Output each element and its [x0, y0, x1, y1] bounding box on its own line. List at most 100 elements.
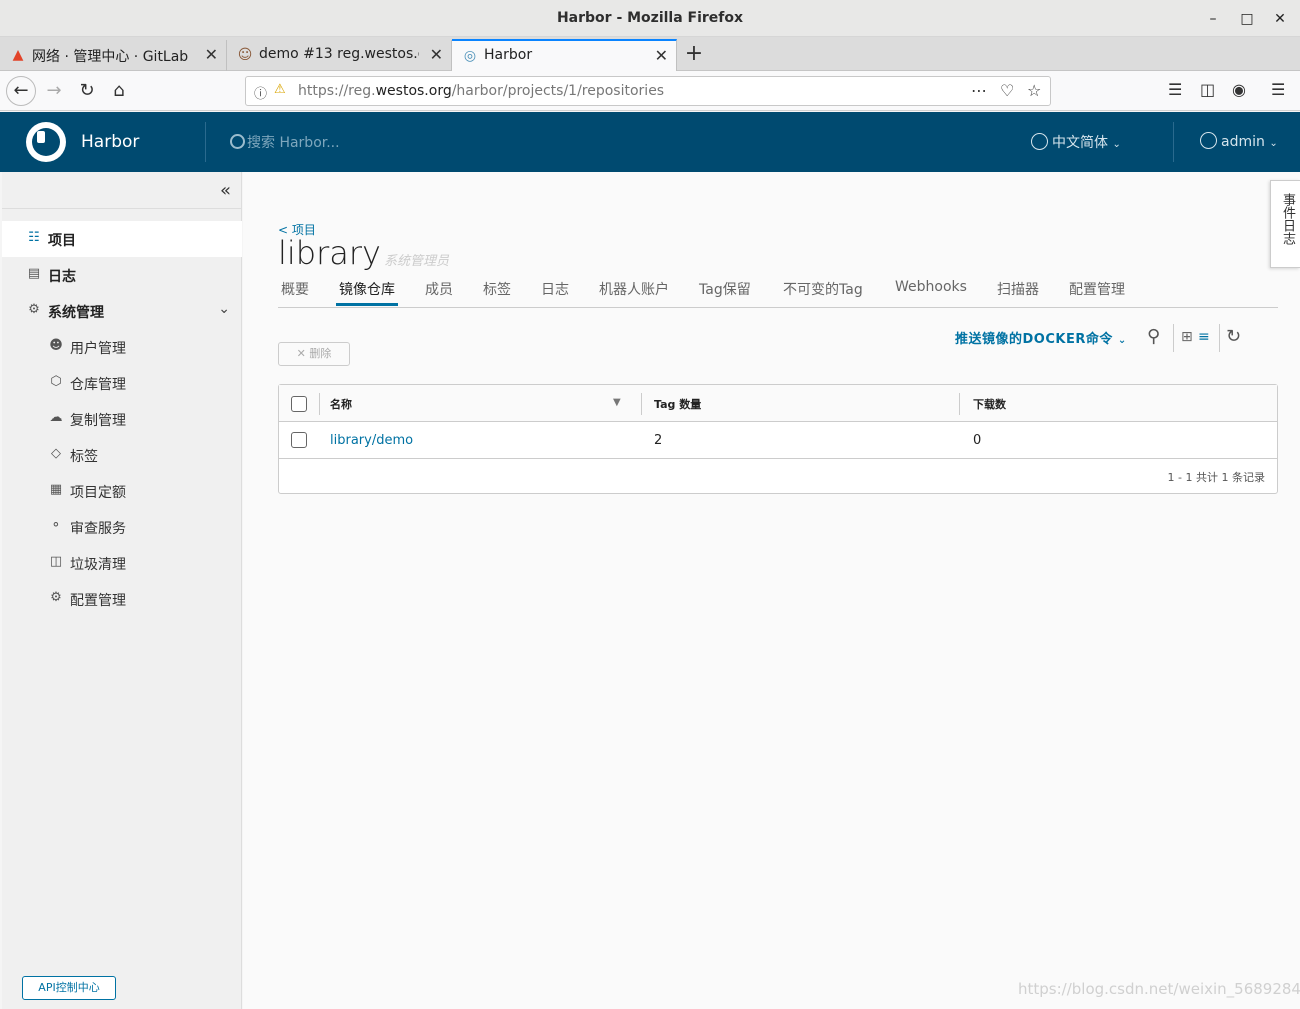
sidebar-item-configuration[interactable]: ⚙ 配置管理 [2, 581, 242, 617]
gear-icon: ⚙ [50, 590, 62, 605]
select-all-checkbox[interactable] [291, 396, 307, 412]
row-checkbox[interactable] [291, 432, 307, 448]
account-icon[interactable]: ◉ [1232, 80, 1246, 99]
url-text[interactable]: https://reg.westos.org/harbor/projects/1… [298, 83, 664, 99]
delete-button[interactable]: ✕ 删除 [278, 342, 350, 366]
api-explorer-button[interactable]: API控制中心 [22, 976, 116, 1000]
list-view-icon[interactable]: ≡ [1198, 329, 1210, 345]
sidebar-item-label: 项目 [48, 233, 76, 249]
reload-icon[interactable]: ↻ [73, 77, 101, 105]
close-window-icon[interactable]: ✕ [1269, 8, 1291, 30]
sidebar-item-users[interactable]: ☻ 用户管理 [2, 329, 242, 365]
logs-icon: ▤ [27, 266, 41, 281]
tab-harbor[interactable]: ◎ Harbor ✕ [452, 39, 677, 72]
close-tab-icon[interactable]: ✕ [655, 46, 668, 65]
filter-icon[interactable]: ▼ [613, 397, 621, 408]
user-name: admin [1221, 134, 1265, 150]
tab-tag-retention[interactable]: Tag保留 [699, 279, 751, 299]
column-header-tag-count[interactable]: Tag 数量 [654, 396, 701, 412]
push-command-dropdown[interactable]: 推送镜像的DOCKER命令 ⌄ [955, 328, 1127, 347]
tab-logs[interactable]: 日志 [541, 279, 569, 299]
firefox-window: Harbor - Mozilla Firefox – □ ✕ ▲ 网络 · 管理… [0, 0, 1300, 1009]
toolbar-divider [1219, 324, 1220, 352]
tab-immutable-tags[interactable]: 不可变的Tag [783, 279, 863, 299]
sidebar-item-label: 垃圾清理 [70, 557, 126, 573]
pocket-icon[interactable]: ♡ [1000, 81, 1014, 100]
chevron-down-icon: ⌄ [1112, 139, 1121, 150]
sidebar: « ☷ 项目 ▤ 日志 ⚙ 系统管理 ⌄ ☻ 用户管理 ⬡ 仓库管理 ☁ 复制管… [2, 172, 242, 1009]
url-bar[interactable]: ⓘ ⚠ https://reg.westos.org/harbor/projec… [245, 76, 1051, 106]
user-menu[interactable]: admin ⌄ [1200, 132, 1278, 150]
tab-gitlab[interactable]: ▲ 网络 · 管理中心 · GitLab ✕ [0, 40, 227, 71]
close-tab-icon[interactable]: ✕ [430, 45, 443, 64]
watermark: https://blog.csdn.net/weixin_56892849 [1018, 980, 1300, 998]
repositories-table: 名称 ▼ Tag 数量 下载数 library/demo 2 0 1 - 1 共… [278, 384, 1278, 494]
tab-scanners[interactable]: 扫描器 [997, 279, 1039, 299]
tag-icon: ◇ [51, 446, 61, 461]
insecure-lock-icon[interactable]: ⚠ [274, 82, 286, 97]
search-icon[interactable]: ⚲ [1147, 326, 1160, 347]
language-selector[interactable]: 中文简体 ⌄ [1031, 132, 1121, 152]
close-icon: ✕ [296, 347, 306, 360]
table-row[interactable]: library/demo 2 0 [279, 423, 1277, 459]
tab-label: 网络 · 管理中心 · GitLab [32, 49, 189, 65]
bookmark-star-icon[interactable]: ☆ [1027, 81, 1041, 100]
column-header-name[interactable]: 名称 [330, 396, 352, 412]
sidebar-item-projects[interactable]: ☷ 项目 [2, 221, 242, 257]
sidebar-item-label: 用户管理 [70, 341, 126, 357]
sidebar-item-quotas[interactable]: ▦ 项目定额 [2, 473, 242, 509]
sidebar-item-label: 复制管理 [70, 413, 126, 429]
card-view-icon[interactable]: ⊞ [1181, 329, 1193, 345]
tab-summary[interactable]: 概要 [281, 279, 309, 299]
navigation-bar: ← → ↻ ⌂ ⓘ ⚠ https://reg.westos.org/harbo… [0, 71, 1300, 111]
gitlab-fox-icon: ▲ [12, 47, 24, 63]
delete-label: 删除 [309, 347, 332, 360]
harbor-brand[interactable]: Harbor [81, 132, 139, 152]
library-icon[interactable]: ☰ [1168, 80, 1182, 99]
table-header: 名称 ▼ Tag 数量 下载数 [279, 385, 1277, 422]
maximize-icon[interactable]: □ [1236, 8, 1258, 30]
info-icon[interactable]: ⓘ [254, 83, 267, 102]
refresh-icon[interactable]: ↻ [1226, 326, 1241, 347]
harbor-logo-icon[interactable] [26, 122, 66, 162]
new-tab-icon[interactable]: + [682, 41, 706, 66]
collapse-sidebar-icon[interactable]: « [220, 180, 231, 201]
users-icon: ☻ [49, 338, 63, 353]
repository-link[interactable]: library/demo [330, 433, 413, 448]
home-icon[interactable]: ⌂ [105, 77, 133, 105]
event-log-tab[interactable]: 事件日志 [1270, 180, 1300, 268]
sidebar-item-registries[interactable]: ⬡ 仓库管理 [2, 365, 242, 401]
tab-members[interactable]: 成员 [425, 279, 453, 299]
page-actions-icon[interactable]: ⋯ [971, 81, 987, 100]
minimize-icon[interactable]: – [1202, 8, 1224, 30]
sidebar-item-logs[interactable]: ▤ 日志 [2, 257, 242, 293]
administration-icon: ⚙ [28, 302, 40, 317]
header-divider [1173, 122, 1174, 162]
tab-configuration[interactable]: 配置管理 [1069, 279, 1125, 299]
tab-repositories[interactable]: 镜像仓库 [336, 279, 398, 306]
forward-icon[interactable]: → [40, 77, 68, 105]
tab-jenkins-demo[interactable]: ☺ demo #13 reg.westos.org ✕ [227, 40, 452, 71]
main-content: < 项目 library 系统管理员 概要 镜像仓库 成员 标签 日志 机器人账… [243, 172, 1300, 1009]
sidebar-item-gc[interactable]: ◫ 垃圾清理 [2, 545, 242, 581]
event-log-label: 事件日志 [1280, 193, 1295, 245]
sidebar-item-administration[interactable]: ⚙ 系统管理 ⌄ [2, 293, 242, 329]
global-search-input[interactable]: 搜索 Harbor... [230, 132, 340, 152]
chevron-down-icon[interactable]: ⌄ [218, 301, 230, 317]
sidebar-item-interrogation[interactable]: ⚬ 审查服务 [2, 509, 242, 545]
tab-robot-accounts[interactable]: 机器人账户 [599, 279, 669, 299]
back-icon[interactable]: ← [6, 76, 36, 106]
sidebar-item-replications[interactable]: ☁ 复制管理 [2, 401, 242, 437]
url-domain: westos.org [375, 83, 452, 99]
sidebar-toggle-icon[interactable]: ◫ [1200, 80, 1215, 99]
close-tab-icon[interactable]: ✕ [205, 45, 218, 64]
tab-webhooks[interactable]: Webhooks [895, 279, 967, 295]
url-path: /harbor/projects/1/repositories [451, 83, 665, 99]
column-separator [959, 393, 960, 415]
sidebar-item-labels[interactable]: ◇ 标签 [2, 437, 242, 473]
menu-icon[interactable]: ☰ [1271, 80, 1285, 99]
tab-labels[interactable]: 标签 [483, 279, 511, 299]
sidebar-item-label: 审查服务 [70, 521, 126, 537]
harbor-favicon-icon: ◎ [463, 48, 477, 64]
column-header-pulls[interactable]: 下载数 [973, 396, 1006, 412]
